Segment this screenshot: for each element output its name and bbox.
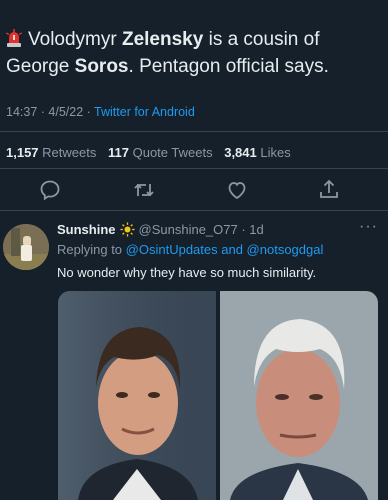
replying-prefix: Replying to: [57, 242, 123, 257]
right-photo: [220, 291, 378, 500]
retweets-stat[interactable]: 1,157 Retweets: [6, 145, 96, 160]
reply-header: Sunshine @Sunshine_O77 · 1d: [57, 222, 264, 237]
tweet-source[interactable]: Twitter for Android: [94, 105, 195, 119]
tweet-text-bold: Soros: [74, 56, 129, 77]
tweet-time[interactable]: 14:37: [6, 105, 37, 119]
reply-media[interactable]: [58, 291, 378, 500]
comment-icon[interactable]: [38, 178, 62, 202]
retweet-icon[interactable]: [132, 178, 156, 202]
divider: [0, 210, 388, 211]
reply-name[interactable]: Sunshine: [57, 222, 116, 237]
avatar[interactable]: [3, 224, 49, 270]
divider: [0, 168, 388, 169]
tweet-actions: [0, 178, 388, 204]
reply-text: No wonder why they have so much similari…: [57, 265, 317, 280]
siren-icon: [5, 28, 23, 47]
tweet-text: Volodymyr Zelensky is a cousin of George…: [5, 26, 382, 80]
retweets-count: 1,157: [6, 145, 39, 160]
reply-handle[interactable]: @Sunshine_O77: [139, 222, 238, 237]
tweet-text-part: Volodymyr: [28, 29, 122, 50]
tweet-date[interactable]: 4/5/22: [48, 105, 83, 119]
divider: [0, 131, 388, 132]
sun-icon: [119, 222, 135, 237]
replying-users[interactable]: @OsintUpdates and @notsogdgal: [126, 242, 324, 257]
quotes-stat[interactable]: 117 Quote Tweets: [108, 145, 213, 160]
likes-stat[interactable]: 3,841 Likes: [224, 145, 291, 160]
retweets-label: Retweets: [42, 145, 97, 160]
likes-count: 3,841: [224, 145, 257, 160]
tweet-text-part: . Pentagon official says.: [128, 56, 329, 77]
replying-to: Replying to @OsintUpdates and @notsogdga…: [57, 242, 323, 257]
left-photo: [58, 291, 216, 500]
quotes-label: Quote Tweets: [132, 145, 213, 160]
heart-icon[interactable]: [225, 178, 249, 202]
share-icon[interactable]: [317, 178, 341, 202]
tweet-stats: 1,157 Retweets 117 Quote Tweets 3,841 Li…: [6, 145, 291, 160]
tweet-meta: 14:37 · 4/5/22 · Twitter for Android: [6, 105, 195, 119]
quotes-count: 117: [108, 145, 129, 160]
more-icon[interactable]: ···: [359, 218, 378, 236]
tweet-text-bold: Zelensky: [121, 29, 204, 50]
likes-label: Likes: [260, 145, 291, 160]
reply-age: 1d: [249, 222, 264, 237]
